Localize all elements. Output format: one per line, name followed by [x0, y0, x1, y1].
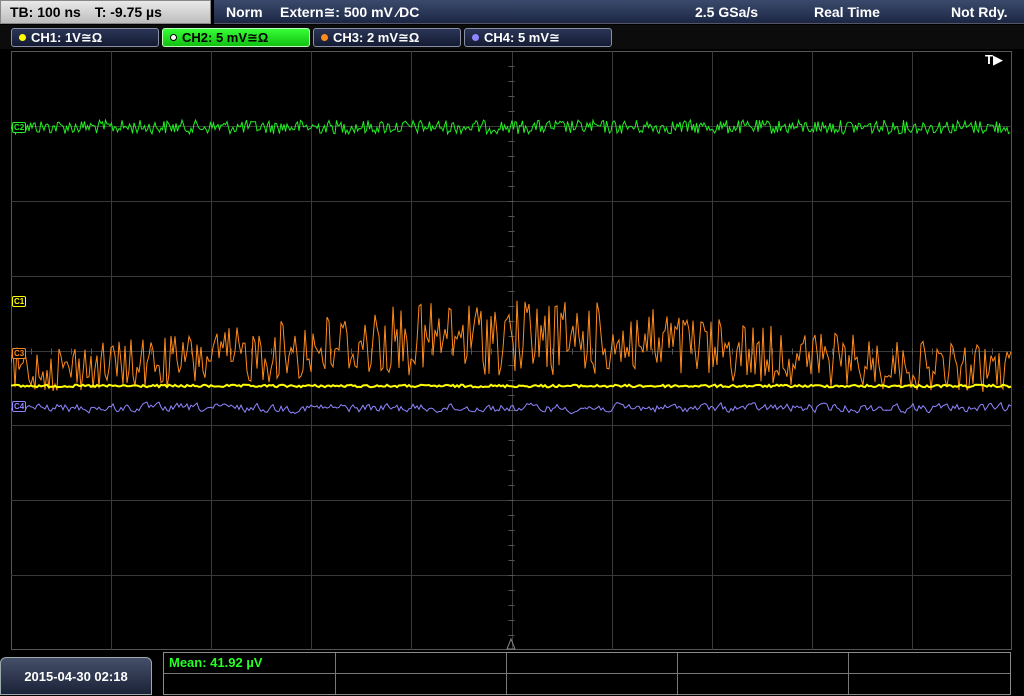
tab-ch3[interactable]: CH3: 2 mV≅Ω — [313, 28, 461, 47]
tab-ch1[interactable]: CH1: 1V≅Ω — [11, 28, 159, 47]
time-offset-value: T: -9.75 µs — [94, 4, 162, 20]
ready-state: Not Rdy. — [951, 4, 1008, 20]
trigger-position-indicator[interactable]: T▶ — [985, 53, 1003, 67]
measurement-grid — [164, 653, 1010, 694]
tab-ch4-label: CH4: 5 mV≅ — [484, 30, 560, 45]
channel-bar: CH1: 1V≅Ω CH2: 5 mV≅Ω CH3: 2 mV≅Ω CH4: 5… — [0, 25, 1024, 49]
waveform-display[interactable] — [11, 51, 1012, 650]
tab-ch2-label: CH2: 5 mV≅Ω — [182, 30, 269, 45]
trigger-source: Extern≅: 500 mV ⁄DC — [280, 4, 420, 20]
top-status-bar: TB: 100 ns T: -9.75 µs Norm Extern≅: 500… — [0, 0, 1024, 25]
ch4-dot-icon — [472, 34, 479, 41]
ch2-offset-marker[interactable]: C2 — [12, 122, 27, 133]
tab-ch3-label: CH3: 2 mV≅Ω — [333, 30, 420, 45]
ch1-dot-icon — [19, 34, 26, 41]
tab-ch1-label: CH1: 1V≅Ω — [31, 30, 103, 45]
trigger-panel[interactable]: Norm Extern≅: 500 mV ⁄DC 2.5 GSa/s Real … — [214, 0, 1024, 24]
ch3-dot-icon — [321, 34, 328, 41]
timebase-panel[interactable]: TB: 100 ns T: -9.75 µs — [0, 0, 211, 24]
timebase-value: TB: 100 ns — [10, 4, 81, 20]
ch1-offset-marker[interactable]: C1 — [12, 296, 27, 307]
trigger-mode: Norm — [226, 4, 263, 20]
tab-ch4[interactable]: CH4: 5 mV≅ — [464, 28, 612, 47]
graticule — [11, 51, 1012, 650]
ch4-offset-marker[interactable]: C4 — [12, 401, 27, 412]
tab-ch2[interactable]: CH2: 5 mV≅Ω — [162, 28, 310, 47]
acquisition-mode: Real Time — [814, 4, 880, 20]
date-time: 2015-04-30 02:18 — [0, 657, 152, 695]
ch2-dot-icon — [170, 34, 177, 41]
ch3-offset-marker[interactable]: C3 — [12, 348, 27, 359]
measurement-panel[interactable]: Mean: 41.92 µV — [163, 652, 1011, 695]
sample-rate: 2.5 GSa/s — [695, 4, 759, 20]
bottom-bar: 2015-04-30 02:18 Mean: 41.92 µV — [0, 651, 1024, 695]
